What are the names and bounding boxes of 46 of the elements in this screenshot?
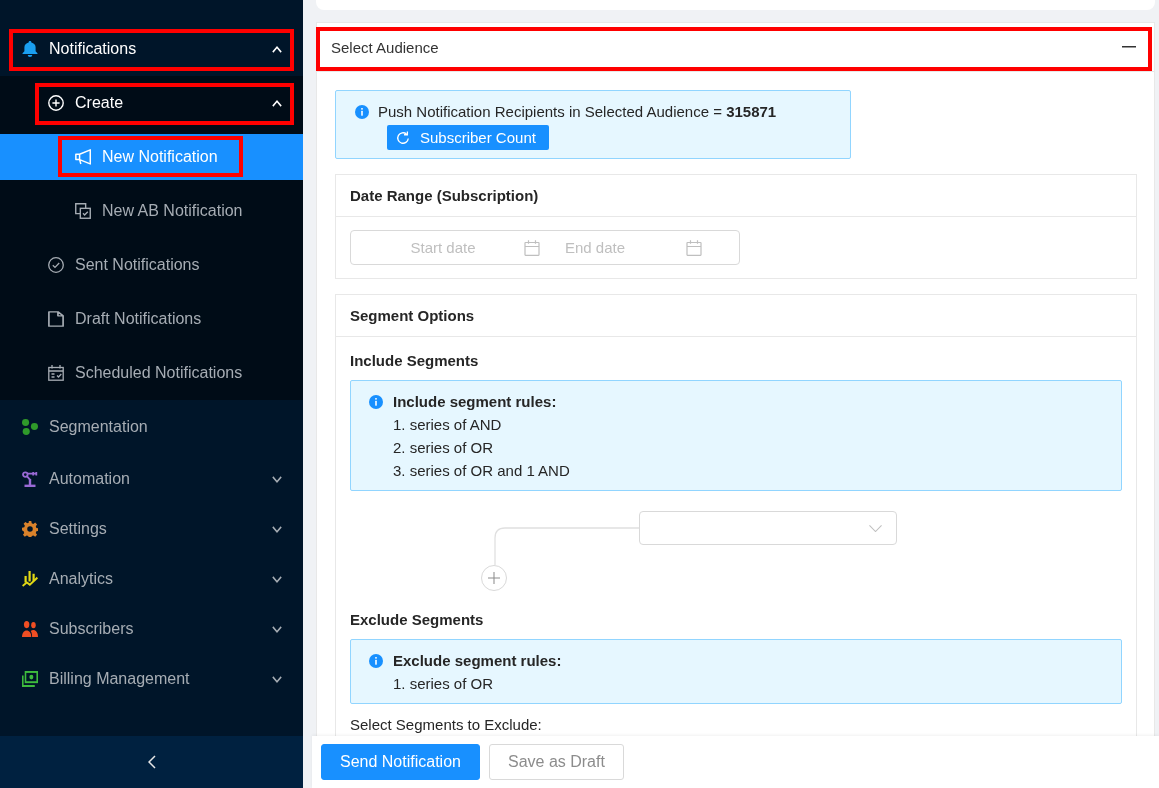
info-icon [369,653,383,668]
reload-icon [396,130,410,145]
info-icon [369,394,383,409]
segment-select[interactable] [639,511,897,545]
card-title: Segment Options [350,307,475,324]
calendar-icon [524,239,540,256]
check-circle-icon [48,257,64,273]
rule-text: 1. series of OR [393,674,495,694]
rules-title: Include segment rules: [393,392,558,412]
card-title: Date Range (Subscription) [350,187,539,204]
end-date-field[interactable]: End date [540,236,650,259]
calendar-icon [48,365,64,381]
submenu-title[interactable]: Analytics [0,558,303,600]
submenu-title[interactable]: Notifications [0,26,303,72]
collapse-button[interactable] [0,736,303,788]
menu-item[interactable]: Draft Notifications [0,296,303,342]
start-date-field[interactable]: Start date [370,236,516,259]
submenu-title[interactable]: Create [0,80,303,126]
chevron-down-icon [869,524,882,532]
menu-item[interactable]: New AB Notification [0,188,303,234]
chevron-left-icon [147,755,156,769]
menu-item[interactable]: Sent Notifications [0,242,303,288]
date-range-picker[interactable]: Start date End date [350,230,740,265]
rule-text: 2. series of OR [393,438,495,458]
info-icon [355,105,369,119]
submenu-title[interactable]: Billing Management [0,658,303,700]
submenu-title[interactable]: Automation [0,458,303,500]
submenu-title[interactable]: Settings [0,508,303,550]
field-label: Select Segments to Exclude: [350,715,543,735]
plus-icon [488,572,500,584]
file-icon [48,311,64,327]
rule-text: 3. series of OR and 1 AND [393,461,570,481]
recipients-text: Push Notification Recipients in Selected Audience = 315871 [378,102,777,122]
section-title: Include Segments [350,351,480,371]
section-title: Exclude Segments [350,610,485,630]
calendar-icon [686,239,702,256]
panel-header[interactable]: Select Audience [317,23,1154,72]
add-segment-button[interactable] [481,565,507,591]
submenu-title[interactable]: Subscribers [0,608,303,650]
copy-icon [75,203,91,219]
rules-title: Exclude segment rules: [393,651,562,671]
rule-text: 1. series of AND [393,415,503,435]
menu-item[interactable]: Segmentation [0,404,303,450]
plus-circle-icon [48,95,64,111]
megaphone-icon [75,149,91,165]
menu-item[interactable]: Scheduled Notifications [0,350,303,396]
